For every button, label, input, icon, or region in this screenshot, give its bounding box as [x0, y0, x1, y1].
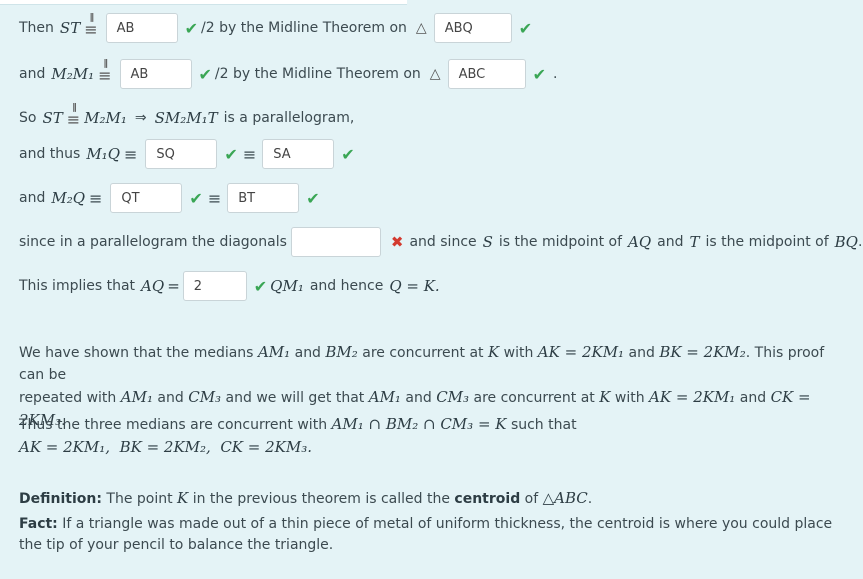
line-text: Then	[19, 20, 54, 36]
answer-input-m1q[interactable]: SQ	[145, 139, 218, 169]
segment-qm1: QM₁	[270, 277, 304, 295]
proof-line-5: and M₂Q ≡ QT ✔ ≡ BT ✔	[19, 183, 323, 213]
implies-icon: ⇒	[134, 110, 147, 126]
equiv-icon: ≡	[207, 188, 222, 208]
line-text: So	[19, 110, 37, 126]
answer-input-m2m1[interactable]: AB	[119, 59, 192, 89]
triangle-icon: △	[415, 20, 427, 36]
segment-m2q: M₂Q	[51, 189, 86, 207]
parallel-equal-icon: ∥ ≡	[98, 59, 112, 85]
answer-input-triangle-2[interactable]: ABC	[447, 59, 526, 89]
answer-input-st[interactable]: AB	[105, 13, 178, 43]
period: .	[857, 234, 863, 250]
line-text: and	[19, 190, 46, 206]
segment-aq: AQ	[628, 233, 652, 251]
point-t: T	[689, 233, 700, 251]
line-text: is the midpoint of	[705, 234, 829, 250]
answer-input-m2q-2[interactable]: BT	[227, 183, 300, 213]
proof-line-2: and M₂M₁ ∥ ≡ AB ✔ /2 by the Midline Theor…	[19, 59, 557, 89]
proof-line-1: Then ST ∥ ≡ AB ✔ /2 by the Midline Theore…	[19, 13, 535, 43]
parallel-equal-icon: ∥ ≡	[66, 103, 81, 129]
equals-sign: =	[167, 277, 180, 295]
correct-check-icon: ✔	[224, 144, 238, 164]
point-s: S	[482, 233, 493, 251]
line-text: is a parallelogram,	[223, 110, 355, 126]
definition-paragraph: Definition: The point K in the previous …	[19, 489, 593, 507]
proof-page: Then ST ∥ ≡ AB ✔ /2 by the Midline Theore…	[0, 0, 863, 579]
correct-check-icon: ✔	[306, 188, 320, 208]
proof-line-7: This implies that AQ = 2 ✔ QM₁ and hence…	[19, 271, 440, 301]
answer-input-ratio[interactable]: 2	[182, 271, 247, 301]
line-text: since in a parallelogram the diagonals	[19, 234, 287, 250]
line-text: is the midpoint of	[498, 234, 623, 250]
answer-input-m1q-2[interactable]: SA	[262, 139, 335, 169]
correct-check-icon: ✔	[189, 188, 203, 208]
line-text: and thus	[19, 146, 81, 162]
parallelogram-name: SM₂M₁T	[154, 109, 218, 127]
triangle-icon: △	[429, 66, 441, 82]
line-text: and	[19, 66, 46, 82]
segment-aq: AQ	[141, 277, 165, 295]
proof-line-3: So ST ∥ ≡ M₂M₁ ⇒ SM₂M₁T is a parallelogra…	[19, 103, 355, 130]
line-text: This implies that	[19, 278, 136, 294]
conclusion-q-equals-k: Q = K.	[389, 277, 440, 295]
segment-m2m1: M₂M₁	[51, 65, 95, 83]
equiv-icon: ≡	[124, 144, 138, 164]
fact-paragraph: Fact: If a triangle was made out of a th…	[19, 516, 833, 553]
line-text: and since	[409, 234, 477, 250]
correct-check-icon: ✔	[518, 18, 533, 38]
period: .	[552, 66, 558, 82]
equiv-icon: ≡	[242, 144, 257, 164]
answer-input-diagonals[interactable]	[290, 227, 381, 257]
segment-m1q: M₁Q	[86, 145, 120, 163]
incorrect-cross-icon: ✖	[390, 233, 404, 251]
concurrency-paragraph: Thus the three medians are concurrent wi…	[19, 415, 577, 456]
top-divider	[0, 0, 407, 5]
proof-line-6: since in a parallelogram the diagonals ✖…	[19, 227, 862, 257]
proof-line-4: and thus M₁Q ≡ SQ ✔ ≡ SA ✔	[19, 139, 358, 169]
segment-m2m1: M₂M₁	[84, 109, 127, 127]
line-text: and hence	[309, 278, 384, 294]
answer-input-triangle[interactable]: ABQ	[433, 13, 512, 43]
correct-check-icon: ✔	[253, 276, 268, 296]
equiv-icon: ≡	[89, 188, 103, 208]
answer-input-m2q[interactable]: QT	[110, 183, 183, 213]
segment-bq: BQ	[834, 233, 858, 251]
correct-check-icon: ✔	[341, 144, 355, 164]
correct-check-icon: ✔	[184, 18, 199, 38]
line-text: and	[657, 234, 684, 250]
line-text: /2 by the Midline Theorem on	[201, 20, 407, 36]
correct-check-icon: ✔	[198, 64, 212, 84]
segment-st: ST	[42, 109, 63, 127]
line-text: /2 by the Midline Theorem on	[214, 66, 421, 82]
segment-st: ST	[59, 19, 81, 37]
correct-check-icon: ✔	[532, 64, 546, 84]
parallel-equal-icon: ∥ ≡	[84, 13, 98, 39]
